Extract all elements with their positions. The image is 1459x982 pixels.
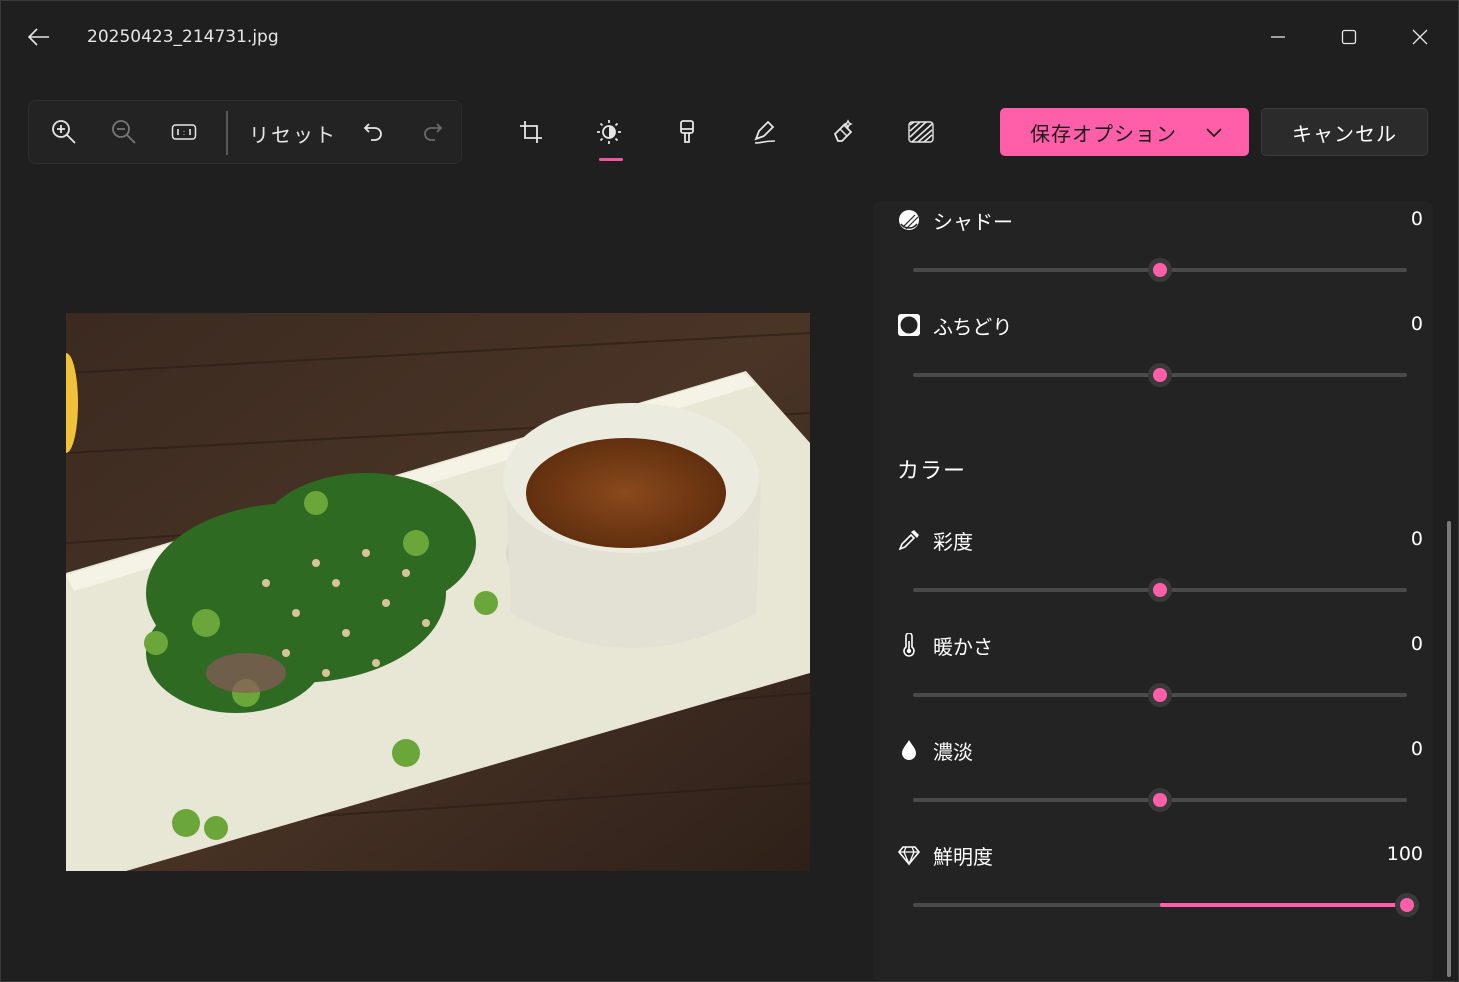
minimize-button[interactable] — [1255, 15, 1301, 59]
crop-icon — [520, 121, 542, 143]
reset-button[interactable]: リセット — [249, 119, 337, 148]
adjust-label: 濃淡 — [933, 740, 973, 764]
filter-brush-icon — [680, 120, 694, 143]
adjust-label: 彩度 — [933, 530, 973, 554]
panel-scrollbar[interactable] — [1447, 521, 1451, 977]
adjust-value: 0 — [1410, 633, 1423, 655]
active-tab-indicator — [599, 158, 623, 161]
slider-thumb[interactable] — [1148, 363, 1172, 387]
vignette-icon — [895, 311, 923, 339]
adjust-value: 100 — [1386, 843, 1423, 865]
back-arrow-icon — [28, 28, 49, 46]
title-bar: 20250423_214731.jpg — [1, 1, 1458, 73]
clarity-slider[interactable] — [913, 893, 1419, 917]
tint-slider[interactable] — [913, 788, 1407, 812]
warmth-slider[interactable] — [913, 683, 1407, 707]
background-blur-icon — [908, 121, 934, 143]
back-button[interactable] — [19, 19, 59, 55]
shadow-icon — [895, 206, 923, 234]
close-button[interactable] — [1397, 15, 1443, 59]
pen-icon — [754, 120, 776, 144]
tab-adjust[interactable] — [589, 112, 629, 152]
maximize-button[interactable] — [1326, 15, 1372, 59]
vignette-slider[interactable] — [913, 363, 1407, 387]
zoom-in-icon — [52, 120, 76, 144]
adjust-value: 0 — [1410, 208, 1423, 230]
brightness-icon — [597, 120, 621, 144]
adjust-value: 0 — [1410, 528, 1423, 550]
save-options-label: 保存オプション — [1030, 121, 1177, 146]
eyedropper-icon — [895, 526, 923, 554]
adjust-label: ふちどり — [933, 315, 1013, 339]
undo-icon — [363, 123, 382, 141]
save-options-button[interactable]: 保存オプション — [1000, 108, 1249, 156]
undo-button[interactable] — [354, 112, 394, 152]
saturation-slider[interactable] — [913, 578, 1407, 602]
tab-erase[interactable] — [823, 112, 863, 152]
food-photo — [66, 313, 810, 871]
close-icon — [1412, 29, 1428, 45]
slider-thumb[interactable] — [1148, 258, 1172, 282]
thermometer-icon — [895, 631, 923, 659]
adjust-value: 0 — [1410, 313, 1423, 335]
adjustment-panel: シャドー 0 ふちどり 0 カラー 彩度 0 暖かさ 0 濃淡 0 鮮明度 10… — [873, 201, 1433, 981]
drop-icon — [895, 736, 923, 764]
zoom-in-button[interactable] — [44, 112, 84, 152]
adjust-label: シャドー — [933, 210, 1013, 234]
window-title: 20250423_214731.jpg — [87, 27, 279, 47]
toolbar-divider — [226, 111, 228, 155]
eraser-icon — [833, 119, 853, 142]
shadow-slider[interactable] — [913, 258, 1407, 282]
adjust-value: 0 — [1410, 738, 1423, 760]
tab-crop[interactable] — [511, 112, 551, 152]
minimize-icon — [1271, 36, 1285, 38]
chevron-down-icon — [1206, 128, 1222, 138]
maximize-icon — [1341, 29, 1357, 45]
adjust-label: 暖かさ — [933, 635, 993, 659]
actual-size-button[interactable] — [164, 112, 204, 152]
photo-canvas[interactable] — [66, 313, 810, 871]
slider-thumb[interactable] — [1148, 578, 1172, 602]
view-toolbar: リセット — [28, 100, 462, 164]
zoom-out-icon — [112, 120, 136, 144]
redo-button[interactable] — [412, 112, 452, 152]
tab-background[interactable] — [901, 112, 941, 152]
cancel-button[interactable]: キャンセル — [1261, 108, 1428, 156]
diamond-icon — [895, 841, 923, 869]
adjust-label: 鮮明度 — [933, 845, 993, 869]
photos-editor-window: 20250423_214731.jpg リセット 保存オプション キャンセル シ… — [0, 0, 1459, 982]
color-section-title: カラー — [897, 459, 967, 484]
zoom-out-button[interactable] — [104, 112, 144, 152]
slider-thumb[interactable] — [1395, 893, 1419, 917]
actual-size-icon — [171, 124, 197, 140]
tab-markup[interactable] — [745, 112, 785, 152]
redo-icon — [424, 123, 443, 141]
slider-thumb[interactable] — [1148, 788, 1172, 812]
tab-filter[interactable] — [667, 112, 707, 152]
slider-thumb[interactable] — [1148, 683, 1172, 707]
